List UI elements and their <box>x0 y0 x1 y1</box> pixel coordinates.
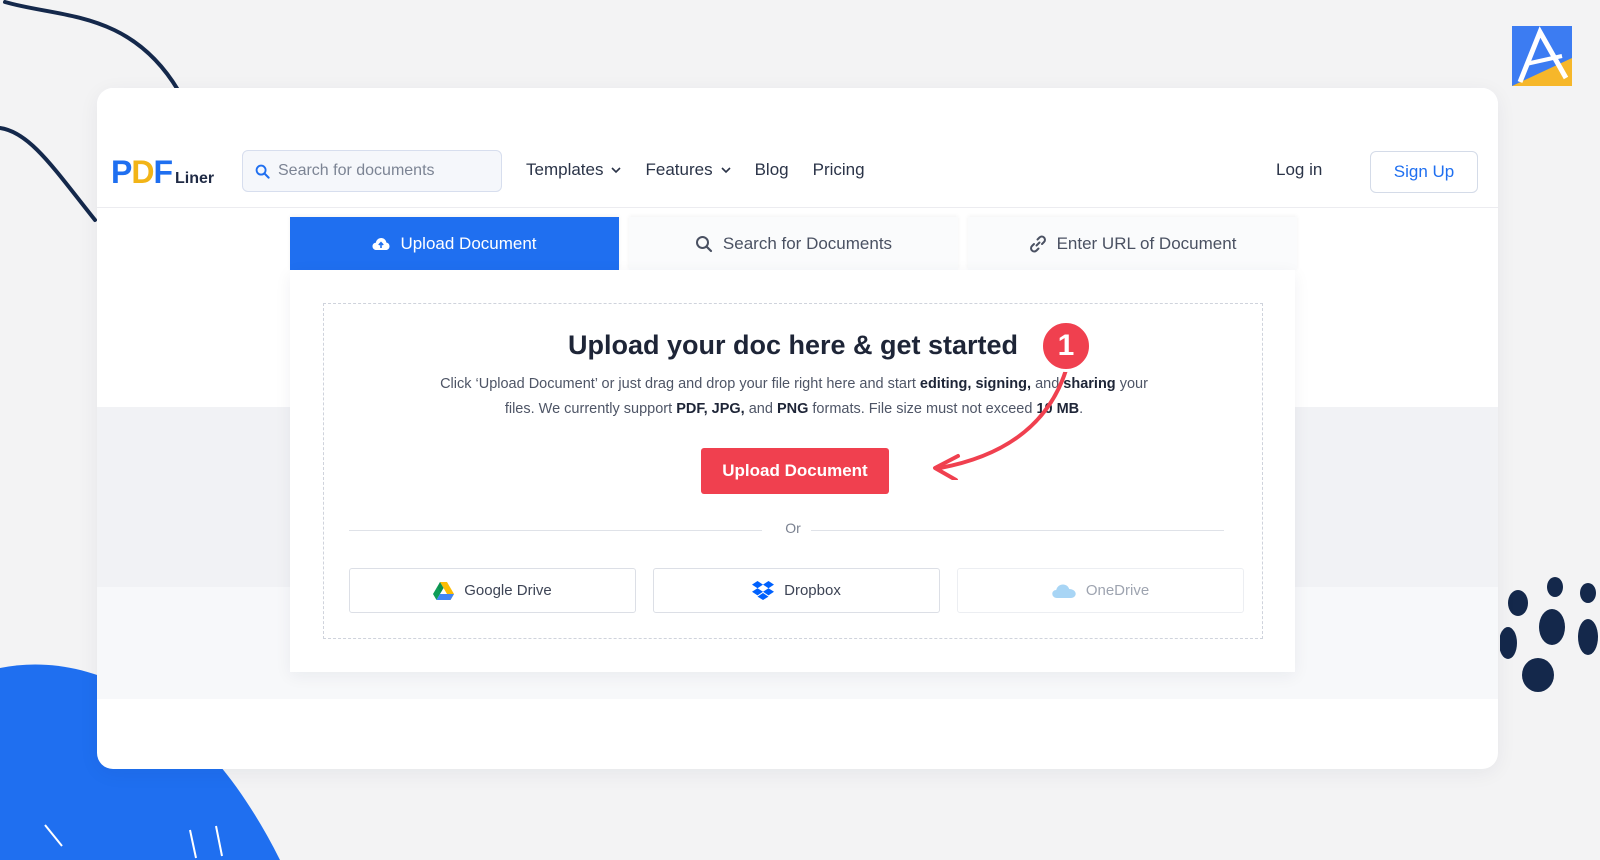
upload-description: Click ‘Upload Document’ or just drag and… <box>440 376 1148 417</box>
tab-upload-label: Upload Document <box>400 233 537 253</box>
site-header: PDF Liner Templates Features Blog <box>97 88 1498 208</box>
search-input[interactable] <box>278 162 478 180</box>
upload-method-tabs: Upload Document Search for Documents Ent… <box>290 217 1297 270</box>
upload-document-button[interactable]: Upload Document <box>701 448 889 494</box>
signup-button[interactable]: Sign Up <box>1370 151 1478 193</box>
dropbox-icon <box>752 581 775 600</box>
decorative-paw-prints <box>1500 577 1598 692</box>
tab-url-label: Enter URL of Document <box>1056 233 1237 253</box>
decorative-app-logo <box>1512 26 1572 86</box>
nav-templates-label: Templates <box>526 160 604 179</box>
cloud-import-options: Google Drive Dropbox OneDrive <box>349 568 1244 613</box>
logo-wordmark: Liner <box>175 170 215 187</box>
or-separator: Or <box>785 520 801 536</box>
file-dropzone[interactable]: Upload your doc here & get started Click… <box>323 303 1263 639</box>
document-search[interactable] <box>242 150 502 192</box>
decorative-curve-top <box>3 0 180 92</box>
nav-features[interactable]: Features <box>645 160 731 180</box>
upload-title: Upload your doc here & get started <box>567 330 1019 360</box>
tab-search-documents[interactable]: Search for Documents <box>629 217 958 270</box>
upload-panel: Upload your doc here & get started Click… <box>290 270 1295 672</box>
cloud-upload-icon <box>372 237 390 250</box>
nav-pricing[interactable]: Pricing <box>813 160 865 180</box>
google-drive-icon <box>433 581 455 600</box>
google-drive-button[interactable]: Google Drive <box>349 568 636 613</box>
onedrive-icon <box>1052 584 1076 598</box>
tab-enter-url[interactable]: Enter URL of Document <box>968 217 1297 270</box>
nav-templates[interactable]: Templates <box>526 160 622 180</box>
onedrive-label: OneDrive <box>1085 582 1150 599</box>
nav-features-label: Features <box>645 160 713 179</box>
onedrive-button[interactable]: OneDrive <box>957 568 1244 613</box>
login-link[interactable]: Log in <box>1276 160 1322 180</box>
google-drive-label: Google Drive <box>464 582 552 599</box>
decorative-curve-left <box>0 126 97 222</box>
nav-pricing-label: Pricing <box>812 160 865 179</box>
logo-mark: PDF <box>111 154 173 190</box>
step-number-badge: 1 <box>1040 320 1092 372</box>
main-nav: Templates Features Blog Pricing <box>526 160 865 180</box>
nav-blog-label: Blog <box>754 160 789 179</box>
browser-window: PDF Liner Templates Features Blog <box>97 88 1498 769</box>
chevron-down-icon <box>611 167 622 174</box>
search-icon <box>695 235 713 252</box>
nav-blog[interactable]: Blog <box>755 160 789 180</box>
chevron-down-icon <box>721 167 731 174</box>
tab-upload-document[interactable]: Upload Document <box>290 217 619 270</box>
link-icon <box>1029 235 1046 252</box>
pdfliner-logo[interactable]: PDF Liner <box>111 154 214 191</box>
dropbox-button[interactable]: Dropbox <box>653 568 940 613</box>
dropbox-label: Dropbox <box>784 582 841 599</box>
tab-search-label: Search for Documents <box>722 233 893 253</box>
search-icon <box>255 164 270 179</box>
divider-right <box>811 530 1224 531</box>
